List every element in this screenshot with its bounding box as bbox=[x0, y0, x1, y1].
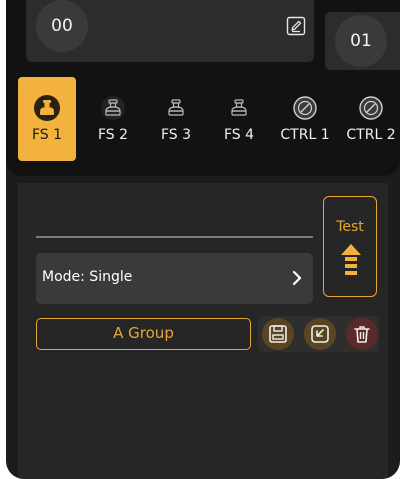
footswitch-icon bbox=[100, 95, 126, 121]
footswitch-icon bbox=[163, 95, 189, 121]
mode-label: Mode: Single bbox=[42, 269, 133, 285]
switch-label: CTRL 2 bbox=[346, 127, 396, 143]
switch-settings-panel: Mode: Single Test A Group bbox=[18, 183, 388, 479]
load-button[interactable] bbox=[304, 318, 336, 350]
group-button[interactable]: A Group bbox=[36, 318, 251, 350]
preset-header-panel: 00 01 FS 1 FS 2 FS 3 FS 4 CTRL 1 CTRL 2 bbox=[6, 0, 400, 176]
divider bbox=[36, 236, 313, 238]
mode-selector[interactable]: Mode: Single bbox=[36, 253, 313, 304]
control-knob-icon bbox=[358, 95, 384, 121]
footswitch-icon bbox=[226, 95, 252, 121]
preset-number: 00 bbox=[36, 0, 88, 52]
footswitch-row: FS 1 FS 2 FS 3 FS 4 CTRL 1 CTRL 2 bbox=[18, 77, 400, 161]
switch-fs1[interactable]: FS 1 bbox=[18, 77, 76, 161]
switch-fs4[interactable]: FS 4 bbox=[210, 77, 268, 161]
test-button[interactable]: Test bbox=[323, 196, 377, 297]
app-window: 00 01 FS 1 FS 2 FS 3 FS 4 CTRL 1 CTRL 2 … bbox=[6, 0, 400, 479]
arrow-up-icon bbox=[339, 243, 363, 277]
import-icon bbox=[311, 325, 329, 343]
save-button[interactable] bbox=[262, 318, 294, 350]
trash-icon bbox=[354, 326, 370, 343]
preset-tools bbox=[258, 316, 379, 352]
switch-fs3[interactable]: FS 3 bbox=[147, 77, 205, 161]
switch-label: CTRL 1 bbox=[280, 127, 330, 143]
switch-label: FS 4 bbox=[223, 127, 255, 143]
edit-icon[interactable] bbox=[286, 16, 306, 36]
switch-label: FS 1 bbox=[31, 127, 63, 143]
preset-card-00[interactable]: 00 bbox=[26, 0, 314, 62]
preset-card-01[interactable]: 01 bbox=[325, 12, 400, 70]
switch-ctrl2[interactable]: CTRL 2 bbox=[342, 77, 400, 161]
delete-button[interactable] bbox=[346, 318, 378, 350]
test-label: Test bbox=[336, 219, 364, 235]
save-icon bbox=[269, 325, 287, 343]
footswitch-icon bbox=[34, 95, 60, 121]
switch-fs2[interactable]: FS 2 bbox=[84, 77, 142, 161]
switch-ctrl1[interactable]: CTRL 1 bbox=[276, 77, 334, 161]
chevron-right-icon bbox=[291, 268, 303, 288]
preset-number: 01 bbox=[335, 15, 387, 67]
control-knob-icon bbox=[292, 95, 318, 121]
